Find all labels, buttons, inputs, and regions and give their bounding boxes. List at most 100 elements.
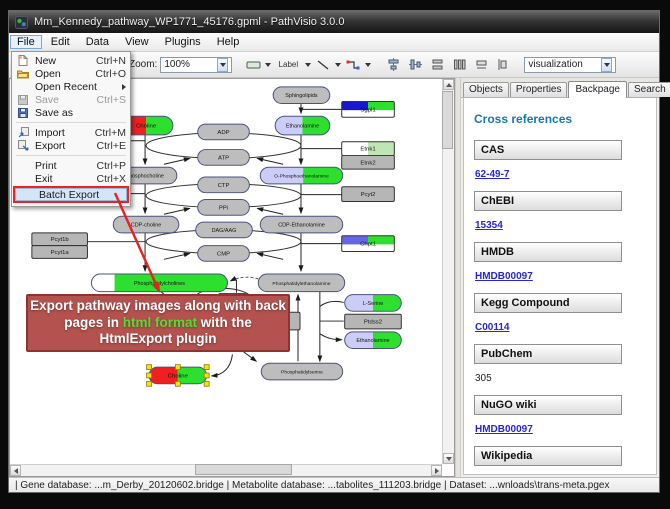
scroll-up-button[interactable] — [443, 79, 454, 90]
scroll-down-button[interactable] — [443, 453, 454, 464]
crossref-link[interactable]: C00114 — [475, 322, 509, 333]
selection-handle[interactable] — [147, 365, 152, 370]
pathway-node-o-phosphoethanolamine[interactable]: O-Phosphoethanolamine — [260, 167, 342, 184]
tab-search[interactable]: Search — [628, 82, 670, 97]
desktop: { "window": { "title": "Mm_Kennedy_pathw… — [0, 0, 670, 509]
selection-handle[interactable] — [147, 373, 152, 378]
file-menu-batch-export[interactable]: Batch Export — [15, 188, 127, 201]
visualization-dropdown-icon[interactable] — [601, 58, 612, 72]
menu-plugins[interactable]: Plugins — [158, 35, 208, 49]
crossref-heading: Cross references — [474, 112, 646, 126]
distribute-button[interactable] — [493, 55, 513, 74]
pathway-node-pcyt1b[interactable]: Pcyt1b — [32, 233, 88, 246]
selection-handle[interactable] — [175, 365, 180, 370]
selection-handle[interactable] — [175, 381, 180, 386]
file-menu-open[interactable]: Open Ctrl+O — [12, 67, 130, 80]
selection-handle[interactable] — [204, 365, 209, 370]
line-tool-dropdown[interactable] — [334, 55, 342, 74]
svg-text:Chpt1: Chpt1 — [360, 242, 376, 248]
pathway-node-l-serine[interactable]: L-Serine — [345, 295, 402, 312]
pathway-node-phosphatidylcholines[interactable]: Phosphatidylcholines — [91, 274, 227, 292]
pathway-node-choline-bottom[interactable]: Choline — [147, 365, 210, 387]
pathway-node-ctp[interactable]: CTP — [198, 177, 250, 193]
pathway-node-adp[interactable]: ADP — [198, 124, 250, 140]
menu-edit[interactable]: Edit — [44, 35, 77, 49]
pathway-node-ethanolamine-top[interactable]: Ethanolamine — [275, 116, 330, 135]
new-document-icon — [15, 55, 31, 67]
selection-handle[interactable] — [204, 373, 209, 378]
pathway-node-chpt1[interactable]: Chpt1 — [342, 236, 395, 252]
scroll-left-button[interactable] — [10, 465, 21, 476]
pathway-node-cdp-ethanolamine[interactable]: CDP-Ethanolamine — [260, 216, 342, 233]
pathway-node-etnk2[interactable]: Etnk2 — [342, 155, 395, 169]
save-icon — [15, 94, 31, 106]
visualization-combobox[interactable]: visualization — [524, 57, 616, 73]
pathway-node-ethanolamine-bottom[interactable]: Ethanolamine — [345, 332, 402, 349]
datanode-tool-dropdown[interactable] — [264, 55, 272, 74]
horizontal-scroll-thumb[interactable] — [195, 464, 292, 475]
stack-columns-button[interactable] — [449, 55, 469, 74]
file-menu-exit[interactable]: Exit Ctrl+X — [12, 172, 130, 185]
pathway-node-atp[interactable]: ATP — [198, 150, 250, 166]
file-menu-export[interactable]: Export Ctrl+E — [12, 139, 130, 152]
crossref-db-name: ChEBI — [474, 191, 622, 211]
datanode-tool-button[interactable] — [243, 55, 263, 74]
pathway-node-pcyt1a[interactable]: Pcyt1a — [32, 246, 88, 259]
pathway-node-sgpl1[interactable]: Sgpl1 — [342, 102, 395, 118]
zoom-dropdown-icon[interactable] — [217, 58, 228, 72]
svg-text:Phosphatidylserine: Phosphatidylserine — [281, 370, 323, 376]
connector-tool-dropdown[interactable] — [364, 55, 372, 74]
canvas-vertical-scrollbar[interactable] — [442, 79, 454, 464]
crossref-link[interactable]: HMDB00097 — [475, 271, 533, 282]
tab-properties[interactable]: Properties — [510, 82, 568, 97]
zoom-value: 100% — [164, 59, 214, 70]
pathway-node-ptdss2[interactable]: Ptdss2 — [345, 314, 402, 329]
pathway-node-cdp-choline[interactable]: CDP-choline — [113, 216, 179, 233]
pathway-node-phosphatidylethanolamine[interactable]: Phosphatidylethanolamine — [258, 274, 344, 292]
save-as-icon — [15, 107, 31, 119]
callout-line2-highlight: html format — [123, 315, 197, 330]
pathway-node-phosphatidylserine[interactable]: Phosphatidylserine — [261, 363, 342, 380]
align-center-button[interactable] — [383, 55, 403, 74]
selection-handle[interactable] — [204, 381, 209, 386]
pathway-node-ppi[interactable]: PPi — [198, 200, 250, 216]
pathway-node-dag-aag[interactable]: DAG/AAG — [196, 222, 253, 238]
callout-line3: HtmlExport plugin — [100, 331, 217, 346]
vertical-scroll-thumb[interactable] — [442, 91, 453, 149]
canvas-horizontal-scrollbar[interactable] — [10, 464, 442, 476]
menu-view[interactable]: View — [118, 35, 156, 49]
export-icon — [15, 140, 31, 152]
scroll-right-button[interactable] — [431, 465, 442, 476]
stack-rows-button[interactable] — [427, 55, 447, 74]
connector-tool-button[interactable] — [343, 55, 363, 74]
align-middle-button[interactable] — [405, 55, 425, 74]
crossref-link[interactable]: HMDB00097 — [475, 424, 533, 435]
pathway-node-etnk1[interactable]: Etnk1 — [342, 142, 395, 156]
pathway-node-sphingolipids[interactable]: Sphingolipids — [273, 87, 330, 104]
side-panel: Objects Properties Backpage Search Legen… — [461, 78, 659, 477]
file-menu-save-as[interactable]: Save as — [12, 106, 130, 119]
menu-help[interactable]: Help — [210, 35, 247, 49]
file-menu-print[interactable]: Print Ctrl+P — [12, 159, 130, 172]
svg-text:Etnk1: Etnk1 — [360, 147, 375, 153]
pathway-node-cmp[interactable]: CMP — [198, 246, 250, 262]
selection-handle[interactable] — [147, 381, 152, 386]
tab-objects[interactable]: Objects — [463, 82, 509, 97]
align-size-button[interactable] — [471, 55, 491, 74]
crossref-section-wikipedia: Wikipedia Choline — [474, 446, 646, 475]
menu-file[interactable]: File — [10, 35, 42, 49]
file-menu-save[interactable]: Save Ctrl+S — [12, 93, 130, 106]
line-tool-button[interactable] — [313, 55, 333, 74]
file-menu-import[interactable]: Import Ctrl+M — [12, 126, 130, 139]
crossref-link[interactable]: 62-49-7 — [475, 169, 509, 180]
label-tool-button[interactable]: Label — [273, 55, 303, 74]
pathway-node-pcyt2[interactable]: Pcyt2 — [342, 187, 395, 202]
zoom-combobox[interactable]: 100% — [160, 57, 232, 73]
tab-backpage[interactable]: Backpage — [568, 81, 626, 98]
crossref-value: 305 — [475, 373, 492, 384]
crossref-link[interactable]: 15354 — [475, 220, 503, 231]
file-menu-new[interactable]: New Ctrl+N — [12, 54, 130, 67]
label-tool-dropdown[interactable] — [304, 55, 312, 74]
file-menu-open-recent[interactable]: Open Recent — [12, 80, 130, 93]
menu-data[interactable]: Data — [79, 35, 116, 49]
